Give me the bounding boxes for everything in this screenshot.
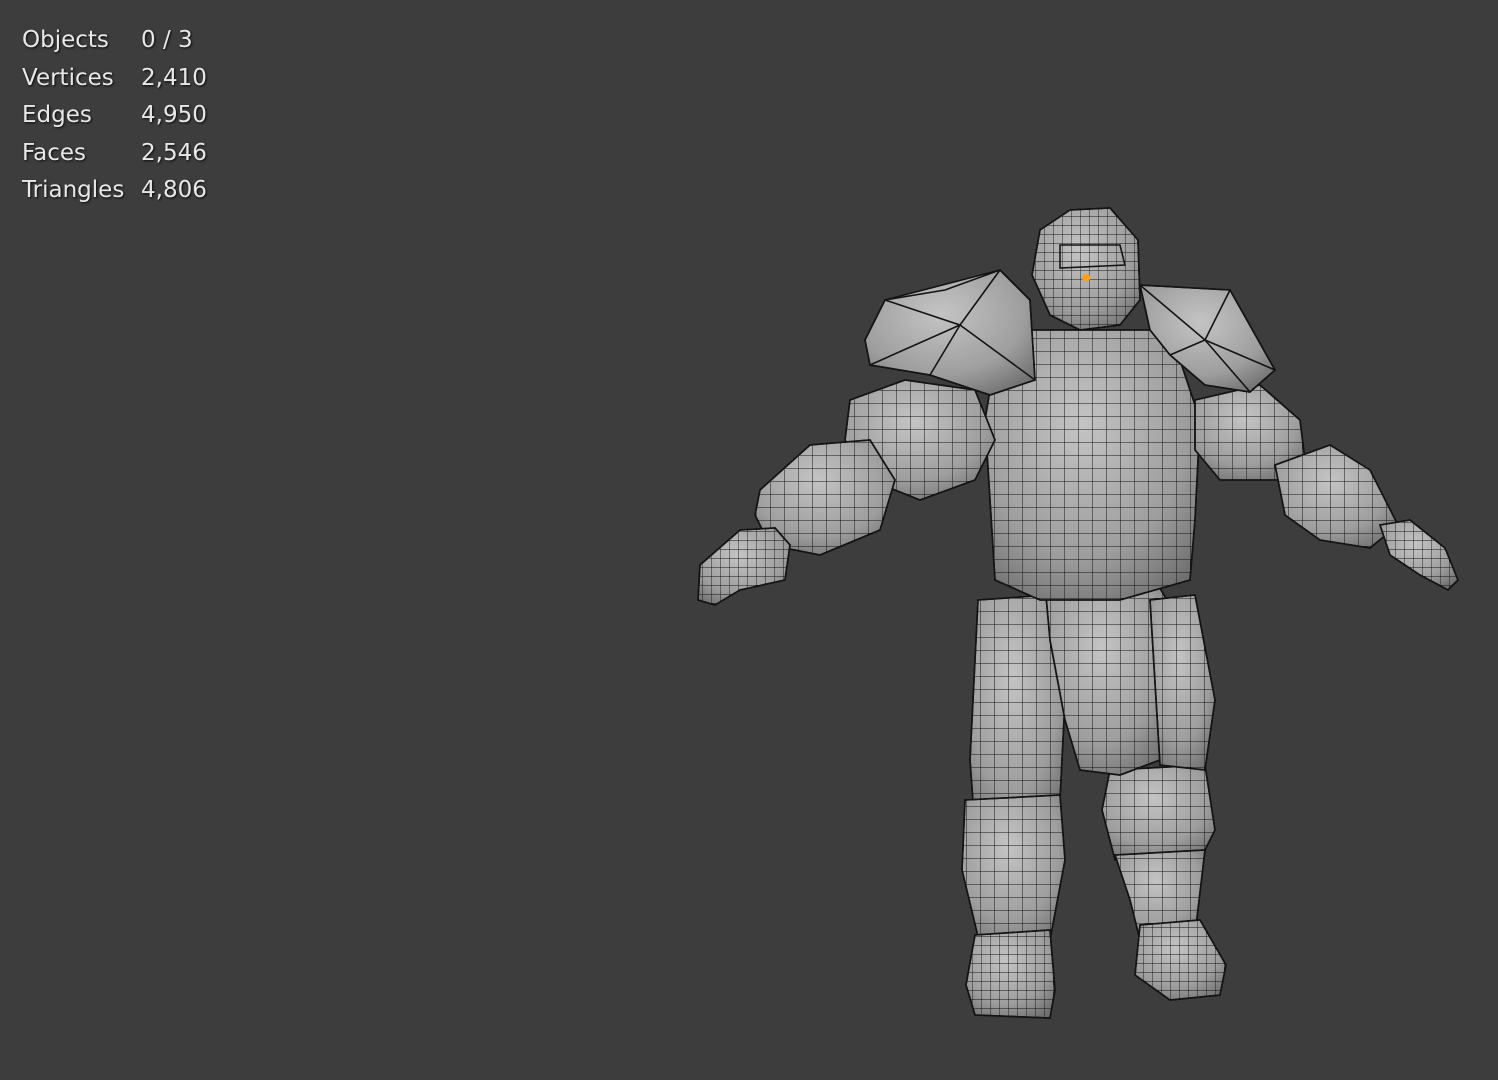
3d-viewport[interactable]: Objects 0 / 3 Vertices 2,410 Edges 4,950…: [0, 0, 1498, 1080]
left-shoulder-pad: [864, 269, 1036, 396]
armored-character-mesh[interactable]: [0, 0, 1498, 1080]
mesh-body-parts: [697, 207, 1459, 1019]
object-origin-dot: [1082, 274, 1090, 282]
helmet: [1031, 207, 1141, 331]
right-leg: [1101, 764, 1227, 1001]
right-arm: [1194, 384, 1459, 591]
left-arm: [697, 379, 996, 606]
waist-armor: [1044, 579, 1216, 776]
left-leg: [961, 594, 1066, 1019]
